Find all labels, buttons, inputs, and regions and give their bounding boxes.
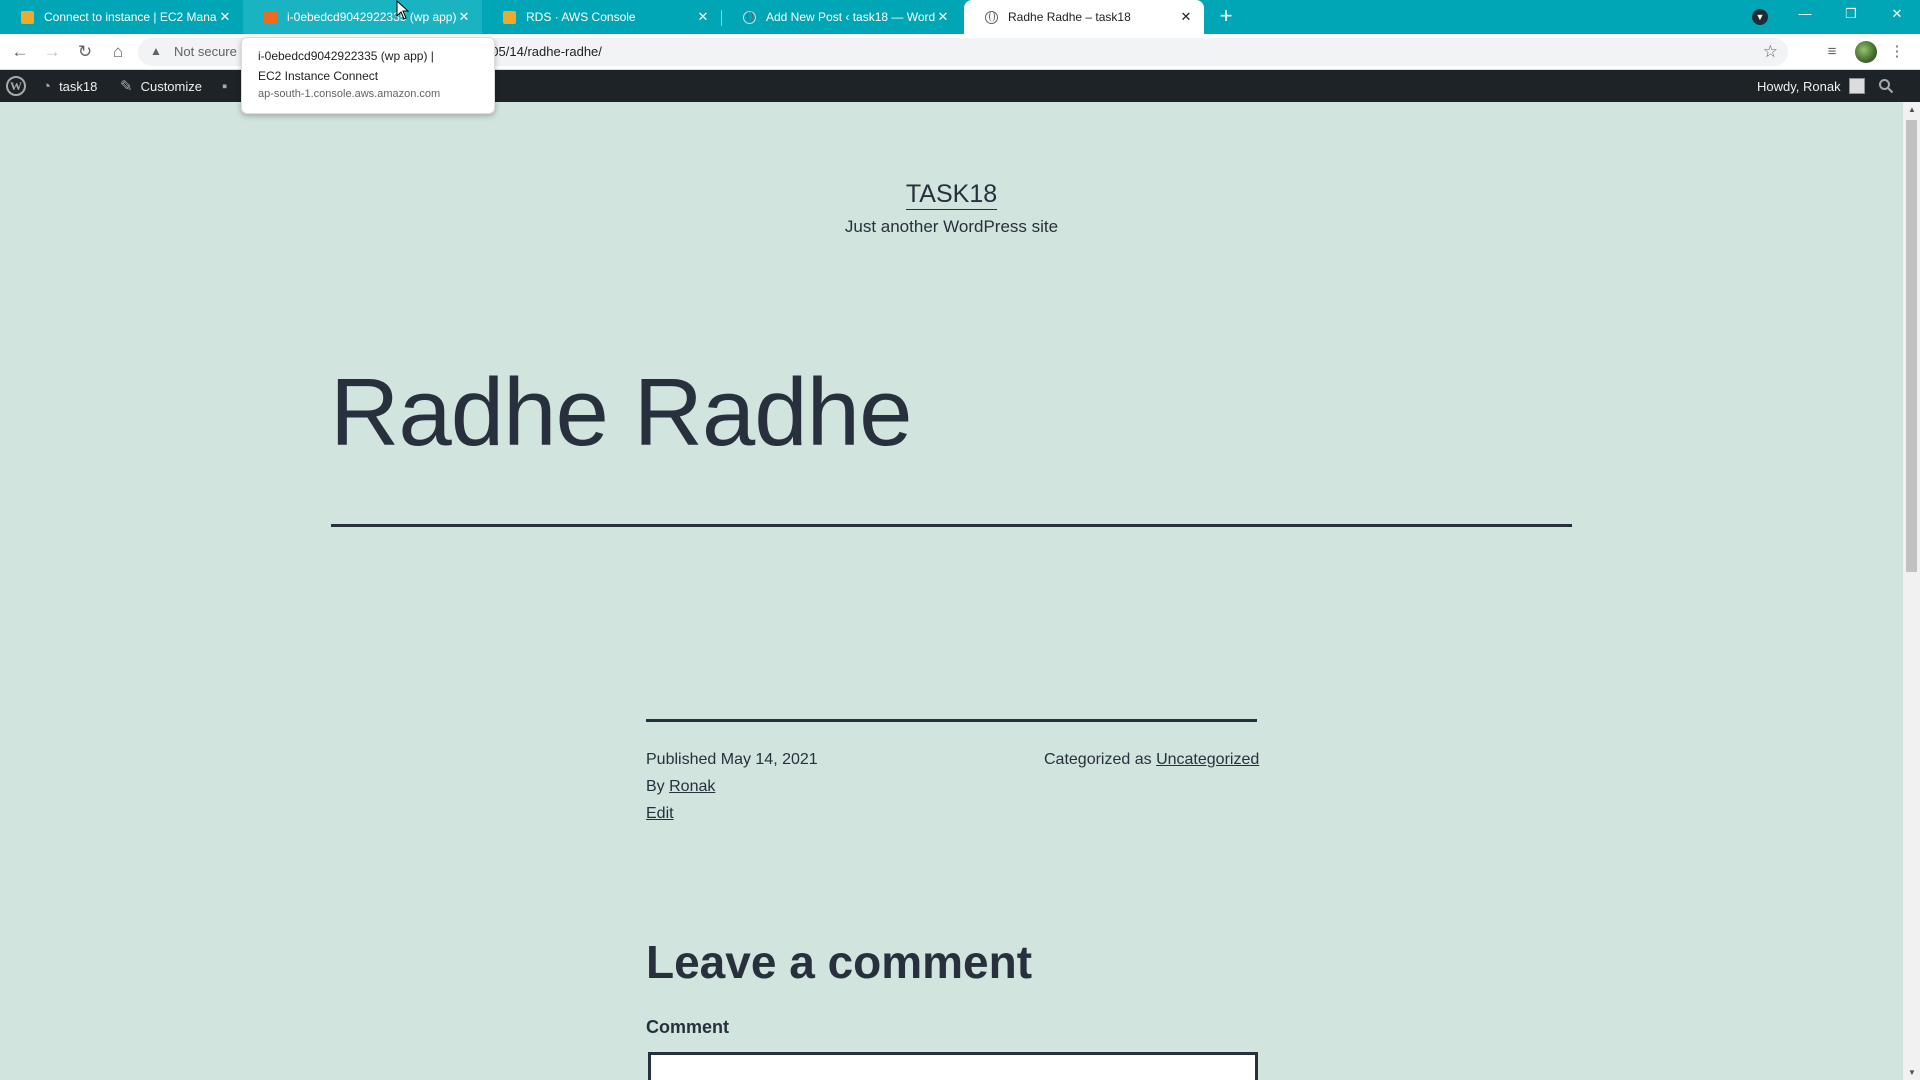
tooltip-domain: ap-south-1.console.aws.amazon.com (258, 88, 441, 100)
globe-icon (742, 10, 756, 24)
scrollbar-thumb[interactable] (1906, 120, 1917, 572)
tab-search-icon[interactable]: ▼ (1752, 9, 1768, 25)
published-date: May 14, 2021 (720, 751, 818, 768)
tooltip-title-line2: EC2 Instance Connect (258, 69, 379, 83)
close-tab-icon[interactable]: ✕ (935, 9, 951, 25)
cat-links: Categorized as Uncategorized (1044, 751, 1259, 769)
browser-tab-strip: Connect to instance | EC2 Manage ✕ i-0eb… (0, 0, 1920, 34)
edit-link[interactable]: Edit (646, 805, 674, 822)
new-tab-button[interactable]: + (1214, 5, 1238, 29)
home-icon[interactable]: ⌂ (106, 40, 130, 64)
user-avatar (1848, 78, 1865, 94)
paintbrush-icon: ✎ (120, 78, 133, 95)
tab-title: i-0ebedcd9042922335 (wp app) | (287, 10, 456, 24)
forward-arrow-icon[interactable]: → (40, 40, 64, 64)
aws-cube-icon (502, 10, 516, 24)
tab-title: RDS · AWS Console (526, 10, 636, 24)
tab-rds-console[interactable]: RDS · AWS Console ✕ (482, 0, 721, 34)
close-tab-icon[interactable]: ✕ (217, 9, 233, 25)
warning-icon[interactable]: ▲ (150, 44, 166, 60)
tab-title: Add New Post ‹ task18 — WordPress (766, 10, 935, 24)
byline: By Ronak (646, 778, 715, 796)
tab-tooltip: i-0ebedcd9042922335 (wp app) | EC2 Insta… (241, 37, 495, 114)
tab-radhe-radhe[interactable]: Radhe Radhe – task18 ✕ (964, 0, 1204, 34)
title-divider (331, 524, 1572, 527)
author-link[interactable]: Ronak (669, 778, 715, 795)
comments-link[interactable]: ▪ (222, 70, 235, 102)
site-name-link[interactable]: ◔ task18 (42, 70, 97, 102)
posted-on: Published May 14, 2021 (646, 751, 818, 769)
my-account-menu[interactable]: Howdy, Ronak (1757, 70, 1865, 102)
categorized-label: Categorized as (1044, 751, 1152, 768)
mouse-cursor-icon (396, 0, 410, 20)
bookmark-star-icon[interactable]: ☆ (1763, 42, 1778, 62)
scroll-down-arrow-icon[interactable]: ▼ (1908, 1068, 1916, 1077)
profile-avatar[interactable] (1855, 41, 1877, 63)
close-window-button[interactable]: ✕ (1874, 0, 1920, 30)
tooltip-title-line1: i-0ebedcd9042922335 (wp app) | (258, 49, 434, 63)
edit-post: Edit (646, 805, 674, 823)
reload-icon[interactable]: ↻ (73, 40, 97, 64)
close-tab-icon[interactable]: ✕ (695, 9, 711, 25)
entry-footer-divider (646, 719, 1257, 722)
search-icon[interactable] (1878, 70, 1894, 102)
published-label: Published (646, 751, 717, 768)
globe-icon (984, 10, 998, 24)
back-arrow-icon[interactable]: ← (8, 40, 32, 64)
restore-button[interactable]: ❐ (1828, 0, 1874, 30)
site-tagline: Just another WordPress site (844, 217, 1059, 236)
tab-title: Connect to instance | EC2 Manage (44, 10, 217, 24)
scroll-up-arrow-icon[interactable]: ▲ (1908, 105, 1916, 114)
tab-add-new-post[interactable]: Add New Post ‹ task18 — WordPress ✕ (722, 0, 961, 34)
minimize-button[interactable]: — (1782, 0, 1828, 30)
comment-textarea[interactable] (648, 1052, 1258, 1080)
site-title[interactable]: TASK18 (0, 180, 1903, 210)
menu-kebab-icon[interactable]: ⋮ (1887, 42, 1907, 62)
security-status[interactable]: Not secure (174, 44, 237, 59)
post-title: Radhe Radhe (330, 359, 912, 466)
tab-ec2-connect[interactable]: Connect to instance | EC2 Manage ✕ (0, 0, 243, 34)
close-tab-icon[interactable]: ✕ (456, 9, 472, 25)
howdy-greeting: Howdy, Ronak (1757, 78, 1841, 94)
comment-reply-title: Leave a comment (646, 936, 1033, 988)
tab-instance-connect[interactable]: i-0ebedcd9042922335 (wp app) | ✕ (243, 0, 482, 34)
page-scrollbar[interactable]: ▲ ▼ (1903, 102, 1920, 1080)
site-name-label: task18 (59, 78, 98, 94)
aws-cube-icon (263, 10, 277, 24)
by-label: By (646, 778, 665, 795)
wordpress-logo-icon[interactable]: W (6, 70, 26, 102)
customize-label: Customize (140, 78, 202, 94)
close-tab-icon[interactable]: ✕ (1178, 9, 1194, 25)
customize-link[interactable]: ✎ Customize (120, 70, 202, 102)
reading-list-icon[interactable]: ≡ (1822, 42, 1842, 62)
aws-cube-icon (20, 10, 34, 24)
comment-field-label: Comment (646, 1017, 730, 1037)
comment-bubble-icon: ▪ (222, 77, 228, 95)
category-link[interactable]: Uncategorized (1156, 751, 1259, 768)
dashboard-icon: ◔ (42, 77, 52, 95)
tab-title: Radhe Radhe – task18 (1008, 10, 1131, 24)
